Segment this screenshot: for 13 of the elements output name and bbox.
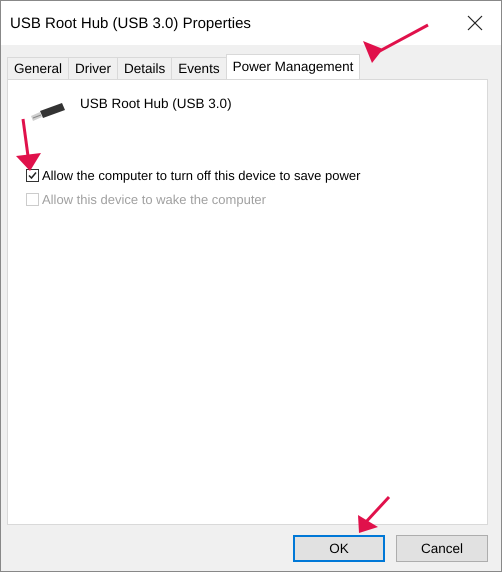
- annotation-arrow: [358, 496, 390, 533]
- checkbox-option[interactable]: Allow the computer to turn off this device to save power: [20, 168, 475, 183]
- dialog-button[interactable]: OK: [293, 535, 385, 562]
- annotation-arrow: [363, 24, 429, 63]
- close-icon[interactable]: [467, 15, 483, 31]
- tab[interactable]: Power Management: [226, 54, 360, 79]
- window-title: USB Root Hub (USB 3.0) Properties: [10, 14, 251, 32]
- device-name: USB Root Hub (USB 3.0): [80, 96, 232, 111]
- annotation-arrow: [16, 118, 41, 171]
- dialog-button[interactable]: Cancel: [396, 535, 488, 562]
- tab[interactable]: General: [7, 57, 70, 79]
- checkmark-icon: [27, 170, 38, 181]
- usb-plug-icon: [30, 102, 66, 124]
